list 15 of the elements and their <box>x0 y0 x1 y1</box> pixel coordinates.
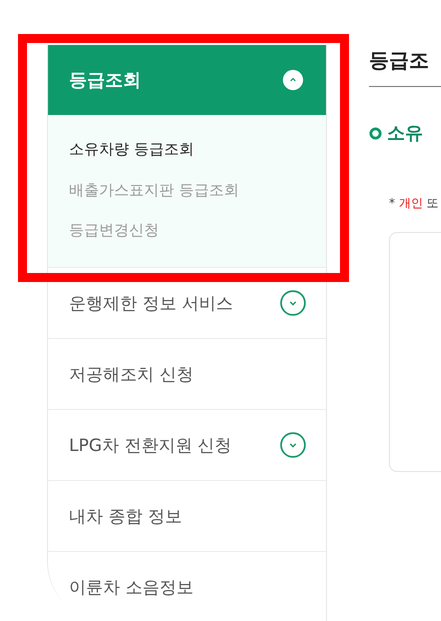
page-title: 등급조 <box>369 45 441 87</box>
submenu-item[interactable]: 소유차량 등급조회 <box>69 135 305 176</box>
menu-label: 등급조회 <box>69 69 141 92</box>
collapse-icon[interactable] <box>282 69 304 91</box>
section-title: 소유 <box>387 122 423 145</box>
ring-icon <box>369 126 382 140</box>
note-text: * 개인 또 <box>389 195 440 212</box>
expand-icon[interactable] <box>280 290 306 316</box>
menu-label: 내차 종합 정보 <box>69 506 182 528</box>
expand-icon[interactable] <box>280 432 306 458</box>
sidebar-item[interactable]: 등급조회 <box>48 45 326 115</box>
menu-label: 저공해조치 신청 <box>69 364 194 386</box>
menu-label: 운행제한 정보 서비스 <box>69 292 233 314</box>
menu-label: LPG차 전환지원 신청 <box>69 434 232 456</box>
menu-label: 이륜차 소음정보 <box>69 576 194 598</box>
